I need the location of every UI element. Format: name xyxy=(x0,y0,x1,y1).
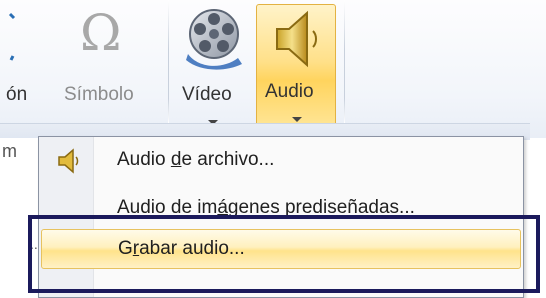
ribbon: ón Ω Símbolo Vídeo Audio xyxy=(0,0,546,138)
audio-label: Audio xyxy=(265,81,314,102)
partial-panel-label: m xyxy=(2,141,17,161)
omega-icon: Ω xyxy=(80,4,122,62)
partial-icon xyxy=(8,12,16,61)
menu-item-label: Audio de archivo... xyxy=(117,149,275,170)
speaker-icon xyxy=(58,148,79,174)
speaker-icon xyxy=(276,10,317,68)
partial-ribbon-label: ón xyxy=(6,84,28,105)
video-label: Vídeo xyxy=(182,84,232,105)
film-reel-icon xyxy=(186,9,242,70)
symbol-button[interactable]: Ω Símbolo xyxy=(48,4,164,122)
ribbon-separator xyxy=(168,0,169,123)
video-button[interactable]: Vídeo xyxy=(176,4,252,132)
symbol-label: Símbolo xyxy=(64,84,134,105)
chevron-down-icon xyxy=(292,117,302,122)
highlight-annotation-frame xyxy=(28,215,540,293)
menu-item-audio-from-file[interactable]: Audio de archivo... xyxy=(41,141,521,181)
audio-button[interactable]: Audio xyxy=(256,4,336,132)
ribbon-separator xyxy=(344,0,345,123)
